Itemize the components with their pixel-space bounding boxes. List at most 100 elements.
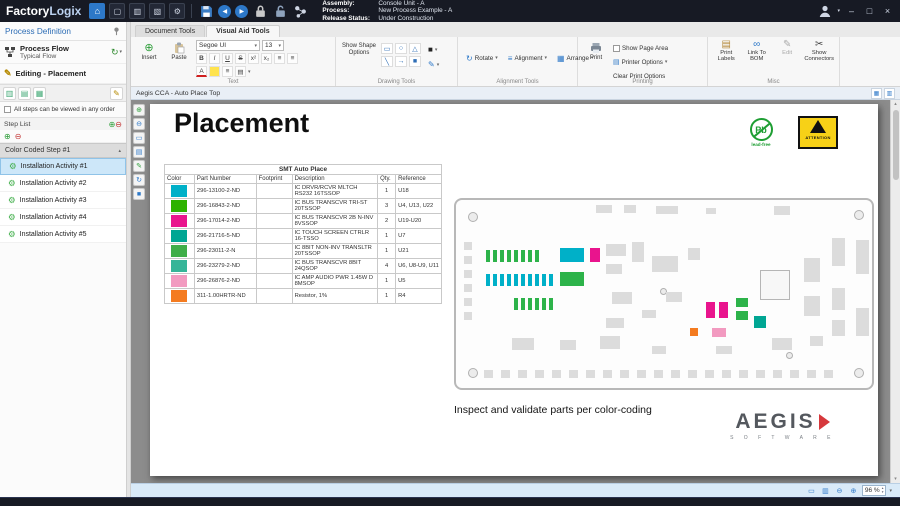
zoom-statusbar: ▭ ▥ ⊖ ⊕ 96 % ▴▾ ▾ xyxy=(131,483,900,497)
print-button[interactable]: Print xyxy=(583,40,609,61)
add-step-icon[interactable]: ⊕ xyxy=(109,120,116,129)
back-button[interactable]: ◀ xyxy=(218,5,231,18)
print-labels-button[interactable]: ▤Print Labels xyxy=(713,40,739,63)
filled-shape-button[interactable]: ■ xyxy=(409,56,421,67)
rectangle-shape-button[interactable]: ▭ xyxy=(381,43,393,54)
insert-button[interactable]: ⊕ Insert xyxy=(136,40,162,61)
collapse-group-icon[interactable]: ▴ xyxy=(118,148,121,154)
image-tools-button[interactable]: ▦ xyxy=(871,88,882,99)
pin-icon[interactable] xyxy=(112,26,121,36)
settings-button[interactable]: ⚙ xyxy=(169,3,185,19)
alignment-button[interactable]: ≡Alignment▾ xyxy=(505,52,550,65)
workstation-button[interactable]: ▢ xyxy=(109,3,125,19)
user-icon[interactable] xyxy=(818,4,832,18)
step-list-item[interactable]: ⚙Installation Activity #1 xyxy=(0,158,126,175)
pcb-component xyxy=(654,370,663,378)
remove-group-icon[interactable]: ⊖ xyxy=(15,132,22,141)
copy-document-button[interactable]: ▤ xyxy=(18,87,31,100)
refresh-flow-button[interactable]: ↻▾ xyxy=(111,47,122,58)
zoom-out-button[interactable]: ⊖ xyxy=(834,485,845,496)
zoom-level-input[interactable]: 96 % ▴▾ xyxy=(862,485,887,496)
printer-options-button[interactable]: ▤Printer Options▾ xyxy=(613,56,668,68)
minimize-button[interactable]: – xyxy=(845,5,858,18)
step-list-item[interactable]: ⚙Installation Activity #2 xyxy=(0,175,126,192)
edit-step-button[interactable]: ✎ xyxy=(110,87,123,100)
text-more-caret-icon[interactable]: ▾ xyxy=(248,69,251,75)
add-document-button[interactable]: ▥ xyxy=(3,87,16,100)
shape-tool-button[interactable]: ■ xyxy=(133,188,145,200)
documents-button[interactable]: ▥ xyxy=(129,3,145,19)
underline-button[interactable]: U xyxy=(222,53,233,64)
editing-row: ✎ Editing - Placement xyxy=(0,63,126,84)
scroll-down-icon[interactable]: ▾ xyxy=(894,475,897,483)
paste-button[interactable]: Paste xyxy=(166,40,192,61)
zoom-presets-caret-icon[interactable]: ▾ xyxy=(889,488,892,494)
document-canvas[interactable]: ⊕ ⊖ ▭ ▤ ✎ ↻ ■ Placement Pb lead-free xyxy=(131,100,900,483)
link-to-bom-button[interactable]: ∞Link To BOM xyxy=(743,40,769,63)
edit-button[interactable]: ✎Edit xyxy=(774,40,800,56)
fit-page-button[interactable]: ▭ xyxy=(806,485,817,496)
tab-document-tools[interactable]: Document Tools xyxy=(135,25,205,37)
add-group-icon[interactable]: ⊕ xyxy=(4,132,11,141)
annotate-tool-button[interactable]: ✎ xyxy=(133,160,145,172)
scroll-up-icon[interactable]: ▴ xyxy=(894,100,897,108)
ellipse-shape-button[interactable]: ○ xyxy=(395,43,407,54)
fill-color-button[interactable]: ■▾ xyxy=(425,43,442,56)
show-page-area-checkbox[interactable] xyxy=(613,45,620,52)
align-left-button[interactable]: ≡ xyxy=(274,53,285,64)
superscript-button[interactable]: x² xyxy=(248,53,259,64)
highlight-button[interactable] xyxy=(209,66,220,77)
bold-button[interactable]: B xyxy=(196,53,207,64)
forward-button[interactable]: ▶ xyxy=(235,5,248,18)
show-connectors-button[interactable]: ✂Show Connectors xyxy=(804,40,834,63)
select-tool-button[interactable]: ⊕ xyxy=(133,104,145,116)
show-shape-options-button[interactable]: Show Shape Options xyxy=(341,40,377,57)
layout-button[interactable]: ▦ xyxy=(33,87,46,100)
rotate-tool-button[interactable]: ↻ xyxy=(133,174,145,186)
subscript-button[interactable]: x₂ xyxy=(261,53,272,64)
grid-tool-button[interactable]: ▤ xyxy=(133,146,145,158)
print-label: Print xyxy=(590,55,602,61)
home-button[interactable]: ⌂ xyxy=(89,3,105,19)
steps-order-option[interactable]: All steps can be viewed in any order xyxy=(0,102,126,117)
bullet-list-button[interactable]: ≡ xyxy=(222,66,233,77)
zoom-spinner[interactable]: ▴▾ xyxy=(882,487,884,494)
fit-width-button[interactable]: ▥ xyxy=(820,485,831,496)
triangle-shape-button[interactable]: △ xyxy=(409,43,421,54)
scrollbar-thumb[interactable] xyxy=(893,110,899,180)
line-color-button[interactable]: ✎▾ xyxy=(425,58,442,71)
table-button[interactable]: ▤ xyxy=(235,66,246,77)
zoom-out-tool-button[interactable]: ⊖ xyxy=(133,118,145,130)
remove-step-icon[interactable]: ⊖ xyxy=(115,120,122,129)
save-button[interactable] xyxy=(198,3,214,19)
align-center-button[interactable]: ≡ xyxy=(287,53,298,64)
unlock-button[interactable] xyxy=(272,3,288,19)
zoom-spin-down-icon[interactable]: ▾ xyxy=(882,491,884,495)
rotate-button[interactable]: ↻Rotate▾ xyxy=(463,52,501,65)
strikethrough-button[interactable]: S xyxy=(235,53,246,64)
font-color-button[interactable]: A xyxy=(196,66,207,77)
process-flow-row[interactable]: Process Flow Typical Flow ↻▾ xyxy=(0,41,126,63)
step-list-item[interactable]: ⚙Installation Activity #5 xyxy=(0,226,126,243)
italic-button[interactable]: I xyxy=(209,53,220,64)
step-list-item[interactable]: ⚙Installation Activity #4 xyxy=(0,209,126,226)
lock-button[interactable] xyxy=(252,3,268,19)
steps-order-checkbox[interactable] xyxy=(4,106,11,113)
tab-visual-aid-tools[interactable]: Visual Aid Tools xyxy=(206,25,280,37)
font-family-select[interactable]: Segoe UI▾ xyxy=(196,40,260,51)
fit-tool-button[interactable]: ▭ xyxy=(133,132,145,144)
step-group-header[interactable]: Color Coded Step #1 ▴ xyxy=(0,143,126,158)
show-page-area-option[interactable]: Show Page Area xyxy=(613,42,668,54)
close-button[interactable]: × xyxy=(881,5,894,18)
restore-button[interactable]: □ xyxy=(863,5,876,18)
routing-button[interactable] xyxy=(292,3,308,19)
arrow-shape-button[interactable]: → xyxy=(395,56,407,67)
user-menu-caret-icon[interactable]: ▾ xyxy=(837,8,840,14)
line-shape-button[interactable]: ╲ xyxy=(381,56,393,67)
library-button[interactable]: ▧ xyxy=(149,3,165,19)
layers-button[interactable]: ▥ xyxy=(884,88,895,99)
vertical-scrollbar[interactable]: ▴ ▾ xyxy=(890,100,900,483)
step-list-item[interactable]: ⚙Installation Activity #3 xyxy=(0,192,126,209)
font-size-select[interactable]: 13▾ xyxy=(262,40,284,51)
zoom-in-button[interactable]: ⊕ xyxy=(848,485,859,496)
